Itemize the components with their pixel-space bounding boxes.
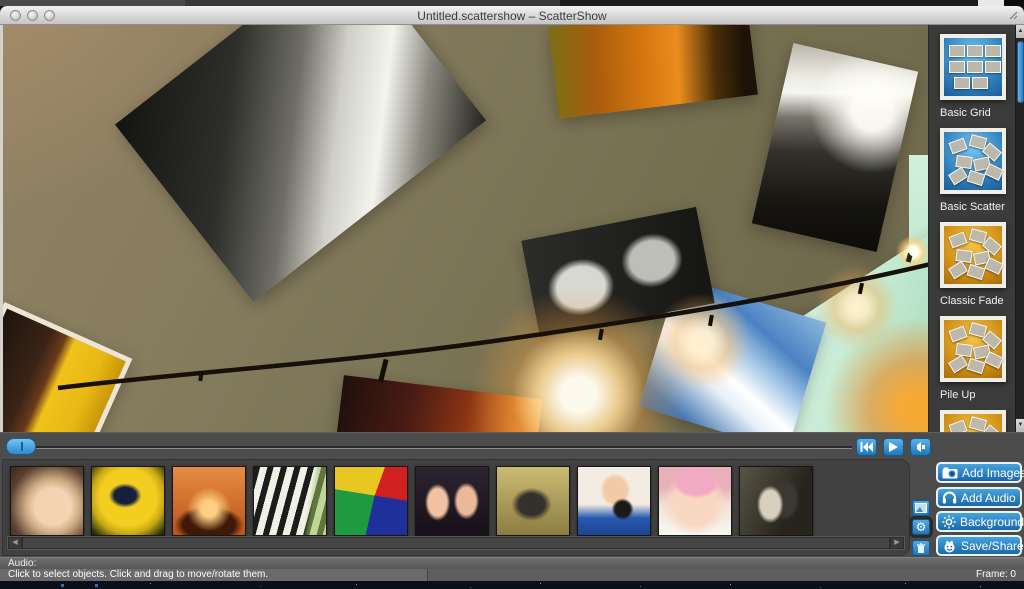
add-images-label: Add Images [962, 466, 1024, 480]
template-item-pile-up[interactable]: Pile Up [940, 316, 1016, 401]
sun-icon [942, 515, 956, 529]
add-audio-button[interactable]: Add Audio [936, 487, 1022, 508]
media-thumbnail-child-portrait[interactable] [10, 466, 84, 536]
hscrollbar-thumb[interactable] [23, 538, 889, 548]
play-button[interactable] [883, 438, 904, 456]
template-preview-classic-fade [940, 222, 1006, 288]
media-thumbnail-couple-field[interactable] [496, 466, 570, 536]
hint-text: Click to select objects. Click and drag … [0, 569, 428, 581]
timeline-track[interactable] [6, 446, 852, 449]
speaker-button[interactable] [910, 438, 931, 456]
template-label: Basic Scatter [940, 201, 1016, 213]
template-preview-pile-up [940, 316, 1006, 382]
sidebar-scrollbar[interactable]: ▲ ▼ [1015, 25, 1024, 432]
delete-button[interactable] [912, 540, 930, 556]
photo-object-dark-ember[interactable] [334, 375, 543, 432]
trash-icon [916, 543, 926, 554]
headphones-icon [942, 491, 957, 504]
scroll-down-icon[interactable]: ▼ [1016, 419, 1024, 432]
save-share-label: Save/Share [961, 539, 1024, 553]
application-window: Untitled.scattershow – ScatterShow [0, 0, 1024, 589]
frame-counter: Frame: 0 [976, 569, 1016, 581]
slideshow-preview-canvas[interactable] [0, 25, 928, 432]
template-item-classic-fade[interactable]: Classic Fade [940, 222, 1016, 307]
media-thumbnail-baby[interactable] [658, 466, 732, 536]
audio-status-bar: Audio: [0, 557, 1024, 569]
scroll-right-icon[interactable]: ▶ [891, 538, 903, 548]
save-share-button[interactable]: Save/Share [936, 535, 1022, 556]
template-label: Classic Fade [940, 295, 1016, 307]
template-label: Pile Up [940, 389, 1016, 401]
gear-icon: ⚙ [916, 521, 927, 533]
photo-object-bw-landscape[interactable] [115, 25, 486, 302]
photo-object-sunset-glare[interactable] [752, 43, 918, 252]
media-thumbnail-two-women[interactable] [415, 466, 489, 536]
add-audio-label: Add Audio [961, 491, 1016, 505]
scrollbar-thumb[interactable] [1017, 41, 1024, 103]
media-thumbnail-sunflower-butterfly[interactable] [91, 466, 165, 536]
media-strip-panel: ◀ ▶ [2, 459, 910, 556]
camera-icon [942, 467, 958, 479]
audio-label: Audio: [8, 558, 36, 569]
media-thumbnail-camera-woman[interactable] [577, 466, 651, 536]
background-image-button[interactable] [912, 500, 930, 516]
template-item-basic-grid[interactable]: Basic Grid [940, 34, 1016, 119]
settings-button[interactable]: ⚙ [912, 519, 930, 535]
speaker-icon [915, 442, 926, 452]
media-thumbnails [10, 466, 813, 536]
media-thumbnail-kite[interactable] [334, 466, 408, 536]
desktop-stars [0, 581, 1, 582]
window-title: Untitled.scattershow – ScatterShow [0, 9, 1024, 23]
template-label: Basic Grid [940, 107, 1016, 119]
add-images-button[interactable]: Add Images [936, 462, 1022, 483]
timeline-handle[interactable] [6, 438, 36, 455]
hint-status-bar: Click to select objects. Click and drag … [0, 569, 1024, 581]
desktop-background-bottom [0, 581, 1024, 589]
title-bar: Untitled.scattershow – ScatterShow [0, 6, 1024, 25]
smiley-crown-icon [942, 539, 957, 553]
scroll-up-icon[interactable]: ▲ [1016, 25, 1024, 38]
media-strip-scrollbar[interactable]: ◀ ▶ [7, 536, 905, 550]
template-sidebar: Basic Grid Basic Scatter Classic Fade Pi… [928, 25, 1024, 432]
photo-object-yellow-border[interactable] [0, 302, 132, 432]
skip-to-start-button[interactable] [856, 438, 877, 456]
template-preview-basic-grid [940, 34, 1006, 100]
control-panel: ◀ ▶ ⚙ [0, 432, 1024, 557]
template-preview-basic-scatter [940, 128, 1006, 194]
template-item-partial[interactable] [940, 410, 1016, 432]
template-preview-partial [940, 410, 1006, 432]
image-icon [915, 503, 927, 513]
scroll-left-icon[interactable]: ◀ [9, 538, 21, 548]
template-item-basic-scatter[interactable]: Basic Scatter [940, 128, 1016, 213]
background-label: Background [960, 515, 1024, 529]
media-thumbnail-zebra[interactable] [253, 466, 327, 536]
skip-to-start-icon [860, 442, 873, 452]
media-thumbnail-embracing-couple[interactable] [739, 466, 813, 536]
background-button[interactable]: Background [936, 511, 1022, 532]
photo-object-autumn[interactable] [548, 25, 758, 119]
play-icon [889, 442, 898, 452]
media-thumbnail-party-sunset[interactable] [172, 466, 246, 536]
resize-grip-icon[interactable] [1008, 10, 1019, 21]
